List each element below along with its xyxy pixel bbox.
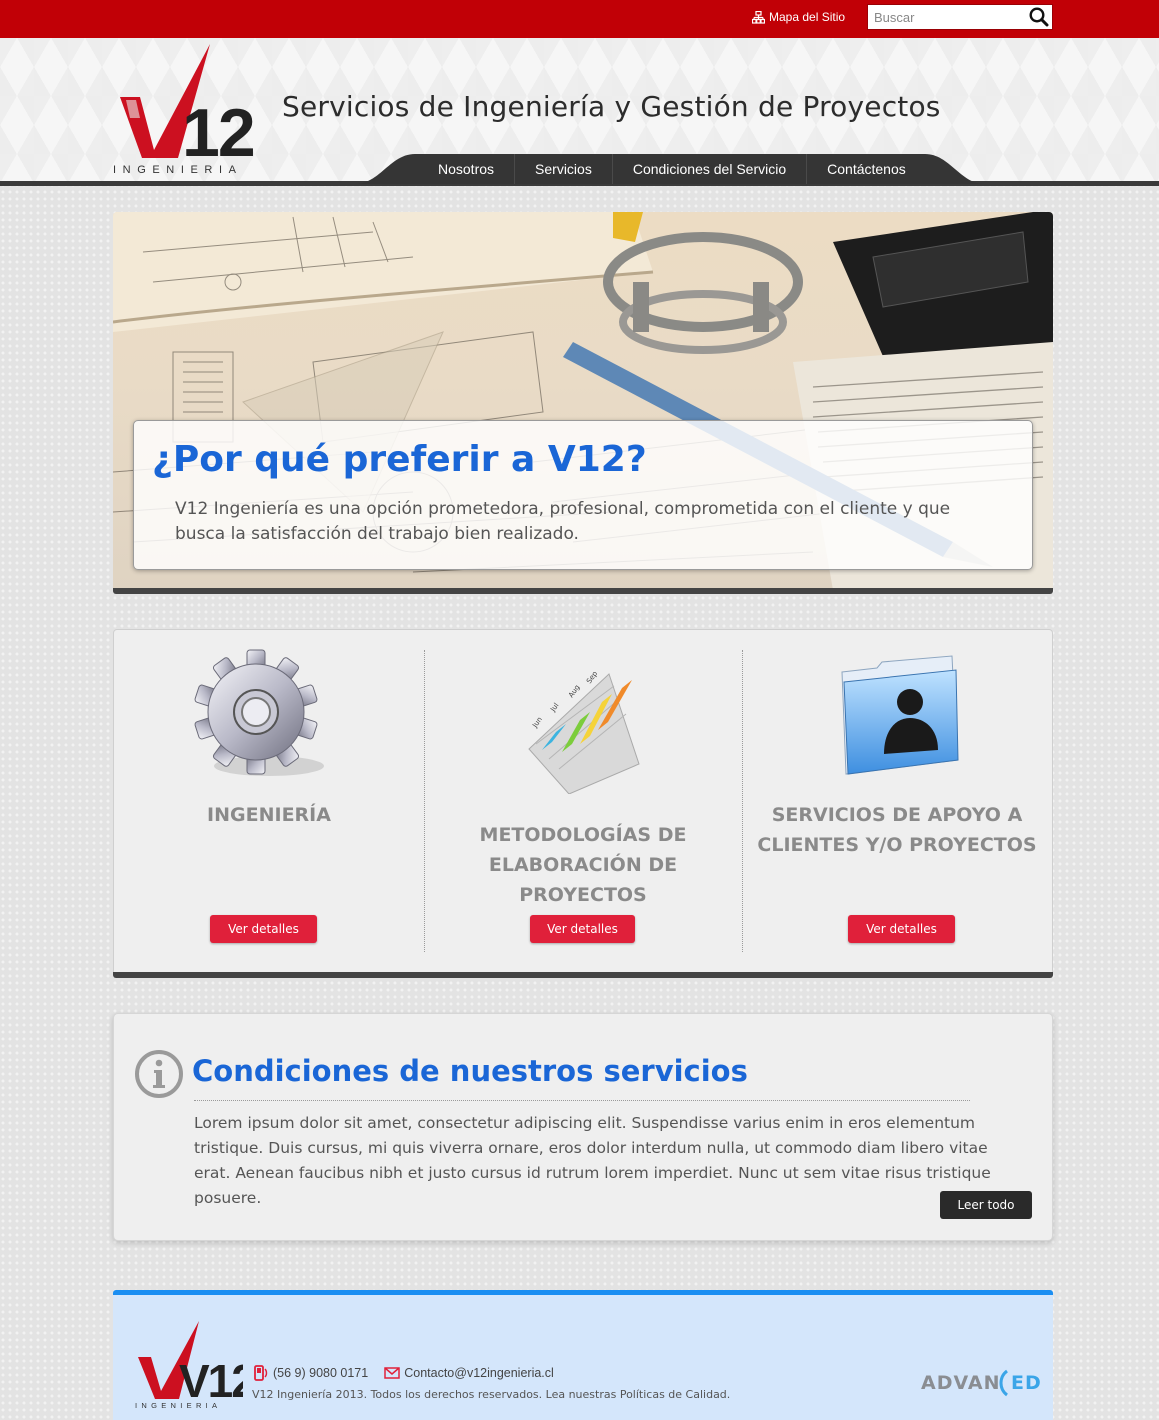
search-input[interactable]: [868, 5, 1030, 29]
hero-banner: ¿Por qué preferir a V12? V12 Ingeniería …: [113, 212, 1053, 590]
advanced-logo[interactable]: ADVAN ED: [921, 1367, 1045, 1397]
partner-logo-text-accent: ED: [1011, 1372, 1042, 1394]
chart-label-sep: Sep: [585, 669, 599, 685]
service-title-ingenieria: INGENIERÍA: [207, 804, 331, 826]
nav-item-contactenos[interactable]: Contáctenos: [807, 154, 926, 184]
hero-bottom-border: [113, 588, 1053, 594]
conditions-title: Condiciones de nuestros servicios: [192, 1054, 748, 1088]
hero-title: ¿Por qué preferir a V12?: [152, 439, 647, 480]
footer-logo-subtext: INGENIERIA: [135, 1401, 221, 1409]
footer-contact: (56 9) 9080 0171 Contacto@v12ingenieria.…: [253, 1365, 570, 1381]
site-tagline: Servicios de Ingeniería y Gestión de Pro…: [282, 90, 941, 123]
footer-phone-text: (56 9) 9080 0171: [273, 1366, 369, 1380]
sitemap-link[interactable]: Mapa del Sitio: [752, 10, 845, 24]
main-nav: Nosotros Servicios Condiciones del Servi…: [355, 154, 985, 184]
service-ingenieria: INGENIERÍA Ver detalles: [114, 630, 424, 973]
partner-logo-text: ADVAN: [921, 1372, 1001, 1394]
ver-detalles-button-ingenieria[interactable]: Ver detalles: [210, 915, 317, 943]
conditions-text: Lorem ipsum dolor sit amet, consectetur …: [194, 1114, 991, 1207]
footer-email[interactable]: Contacto@v12ingenieria.cl: [384, 1366, 554, 1380]
service-apoyo: SERVICIOS DE APOYO A CLIENTES Y/O PROYEC…: [742, 630, 1052, 973]
chart-label-jul: Jul: [549, 702, 561, 714]
service-title-metodologias: METODOLOGÍAS DE ELABORACIÓN DE PROYECTOS: [479, 824, 687, 906]
v12-logo[interactable]: 12 INGENIERIA: [110, 42, 270, 174]
logo-text: 12: [182, 95, 254, 171]
footer-logo-text: V12: [179, 1355, 243, 1407]
chart-label-aug: Aug: [567, 683, 581, 699]
nav-item-servicios[interactable]: Servicios: [515, 154, 613, 184]
info-icon: [135, 1050, 183, 1098]
footer-phone: (56 9) 9080 0171: [253, 1365, 368, 1381]
mail-icon: [384, 1367, 400, 1379]
search-icon[interactable]: [1029, 7, 1049, 27]
gear-icon[interactable]: [194, 648, 334, 788]
ver-detalles-button-metodologias[interactable]: Ver detalles: [530, 915, 635, 943]
hero-caption-box: ¿Por qué preferir a V12? V12 Ingeniería …: [133, 420, 1033, 570]
site-footer: V12 INGENIERIA (56 9) 9080 0171 Contacto…: [113, 1290, 1053, 1420]
conditions-panel: Condiciones de nuestros servicios Lorem …: [113, 1013, 1053, 1241]
hero-text: V12 Ingeniería es una opción prometedora…: [175, 499, 951, 544]
footer-logo[interactable]: V12 INGENIERIA: [133, 1319, 243, 1409]
services-bottom-border: [113, 972, 1053, 978]
conditions-divider: [194, 1100, 970, 1101]
nav-item-nosotros[interactable]: Nosotros: [418, 154, 516, 184]
bar-chart-icon[interactable]: Jun Jul Aug Sep: [514, 654, 654, 794]
user-folder-icon[interactable]: [832, 650, 972, 790]
chart-label-jun: Jun: [531, 716, 544, 730]
services-panel: INGENIERÍA Ver detalles Jun Jul Aug Sep …: [113, 629, 1053, 974]
top-bar: Mapa del Sitio: [0, 0, 1159, 38]
logo-subtext: INGENIERIA: [113, 164, 243, 174]
leer-todo-button[interactable]: Leer todo: [940, 1191, 1032, 1219]
ver-detalles-button-apoyo[interactable]: Ver detalles: [848, 915, 955, 943]
nav-item-condiciones[interactable]: Condiciones del Servicio: [613, 154, 808, 184]
sitemap-icon: [752, 10, 765, 24]
service-metodologias: Jun Jul Aug Sep METODOLOGÍAS DE ELABORAC…: [424, 630, 742, 973]
footer-email-text: Contacto@v12ingenieria.cl: [404, 1366, 554, 1380]
sitemap-label: Mapa del Sitio: [769, 10, 846, 24]
search-box: [867, 4, 1053, 30]
footer-copyright: V12 Ingeniería 2013. Todos los derechos …: [252, 1388, 731, 1401]
service-title-apoyo: SERVICIOS DE APOYO A CLIENTES Y/O PROYEC…: [757, 804, 1037, 856]
phone-icon: [254, 1365, 268, 1381]
